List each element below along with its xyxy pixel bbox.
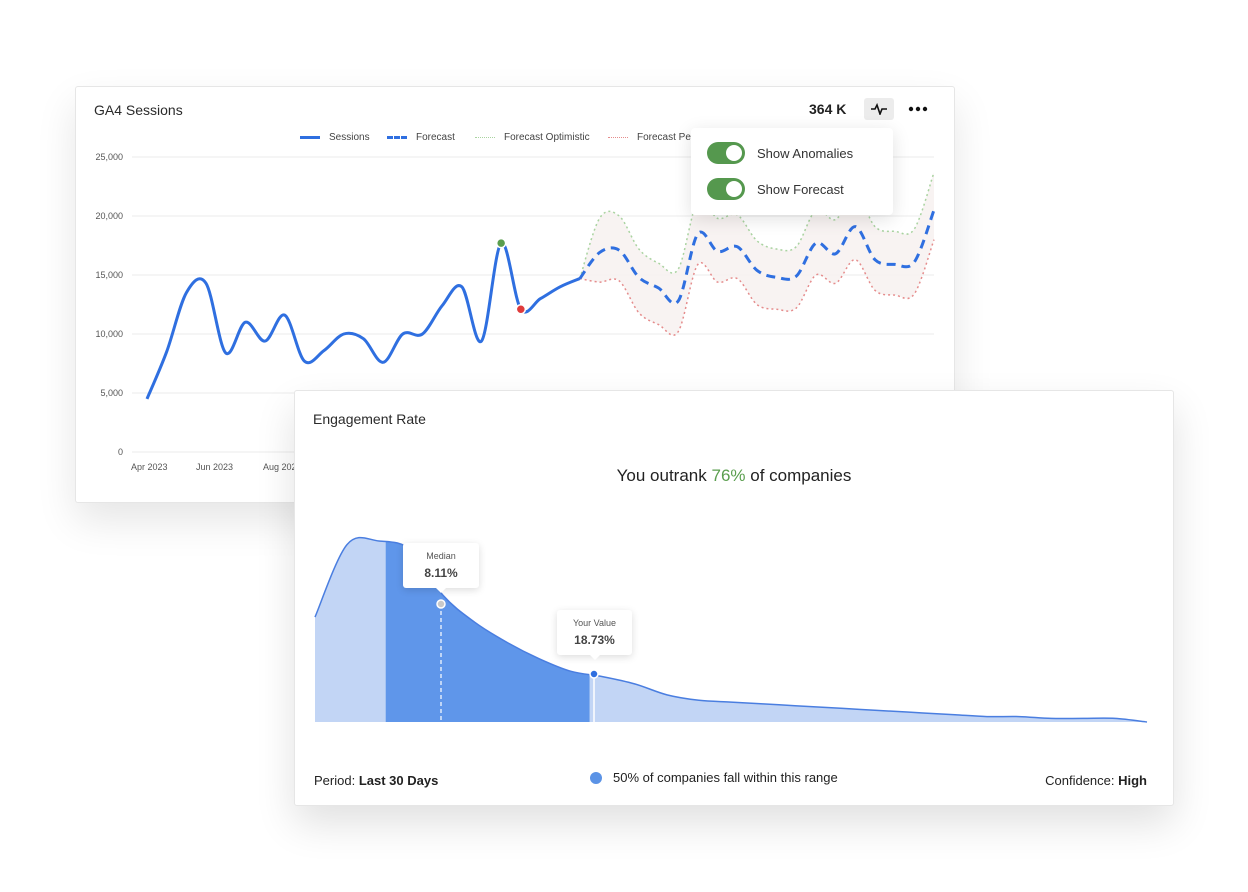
legend-swatch (300, 136, 320, 139)
show-forecast-label: Show Forecast (757, 181, 844, 197)
range-dot-icon (590, 771, 602, 784)
your-value-label: Your Value (572, 618, 617, 628)
show-forecast-toggle[interactable] (707, 178, 745, 200)
median-label: Median (426, 551, 456, 561)
legend-label: Forecast Pes (637, 132, 696, 143)
toggle-knob (726, 181, 742, 197)
range-legend: 50% of companies fall within this range (590, 770, 838, 785)
more-options-button[interactable] (904, 98, 932, 120)
confidence-info: Confidence: High (1045, 773, 1147, 788)
period-info: Period: Last 30 Days (314, 773, 438, 788)
median-marker (436, 599, 446, 609)
legend-item-sessions[interactable]: Sessions (300, 132, 370, 143)
confidence-value: High (1118, 773, 1147, 788)
median-tooltip: Median 8.11% (403, 543, 479, 593)
sessions-total: 364 K (809, 101, 847, 117)
y-tick-label: 25,000 (95, 152, 123, 162)
legend-label: Forecast (416, 132, 455, 143)
y-tick-label: 0 (118, 447, 123, 457)
engagement-card: Engagement Rate You outrank 76% of compa… (294, 390, 1174, 806)
chart-options-popup: Show Anomalies Show Forecast (691, 128, 893, 215)
legend-swatch (475, 137, 495, 138)
range-text: 50% of companies fall within this range (613, 770, 838, 785)
your-value-marker (589, 669, 599, 679)
anomaly-toggle-button[interactable] (864, 98, 894, 120)
y-tick-label: 5,000 (100, 388, 123, 398)
legend-item-forecast[interactable]: Forecast (387, 132, 455, 143)
show-anomalies-label: Show Anomalies (757, 145, 854, 161)
engagement-distribution-chart (314, 536, 1148, 723)
toggle-knob (726, 145, 742, 161)
more-horizontal-icon (908, 106, 928, 112)
show-anomalies-row[interactable]: Show Anomalies (707, 142, 853, 164)
your-value-tooltip: Your Value 18.73% (557, 610, 632, 660)
period-value: Last 30 Days (358, 773, 439, 788)
legend-label: Sessions (329, 132, 370, 143)
x-tick-label: Apr 2023 (131, 462, 168, 472)
legend-swatch (387, 136, 407, 139)
median-value: 8.11% (424, 566, 458, 580)
anomaly-marker-high (495, 237, 507, 249)
show-forecast-row[interactable]: Show Forecast (707, 178, 844, 200)
legend-swatch (608, 137, 628, 138)
y-tick-label: 10,000 (95, 329, 123, 339)
anomaly-marker-low (515, 303, 527, 315)
period-label: Period: (314, 773, 359, 788)
legend-item-forecast-pessimistic[interactable]: Forecast Pes (608, 132, 696, 143)
confidence-label: Confidence: (1045, 773, 1119, 788)
pulse-icon (871, 103, 887, 115)
series-sessions (145, 241, 581, 400)
legend-label: Forecast Optimistic (504, 132, 590, 143)
x-tick-label: Jun 2023 (196, 462, 233, 472)
y-tick-label: 15,000 (95, 270, 123, 280)
show-anomalies-toggle[interactable] (707, 142, 745, 164)
y-tick-label: 20,000 (95, 211, 123, 221)
legend-item-forecast-optimistic[interactable]: Forecast Optimistic (475, 132, 590, 143)
your-value-value: 18.73% (574, 633, 615, 647)
sessions-title: GA4 Sessions (94, 102, 183, 118)
